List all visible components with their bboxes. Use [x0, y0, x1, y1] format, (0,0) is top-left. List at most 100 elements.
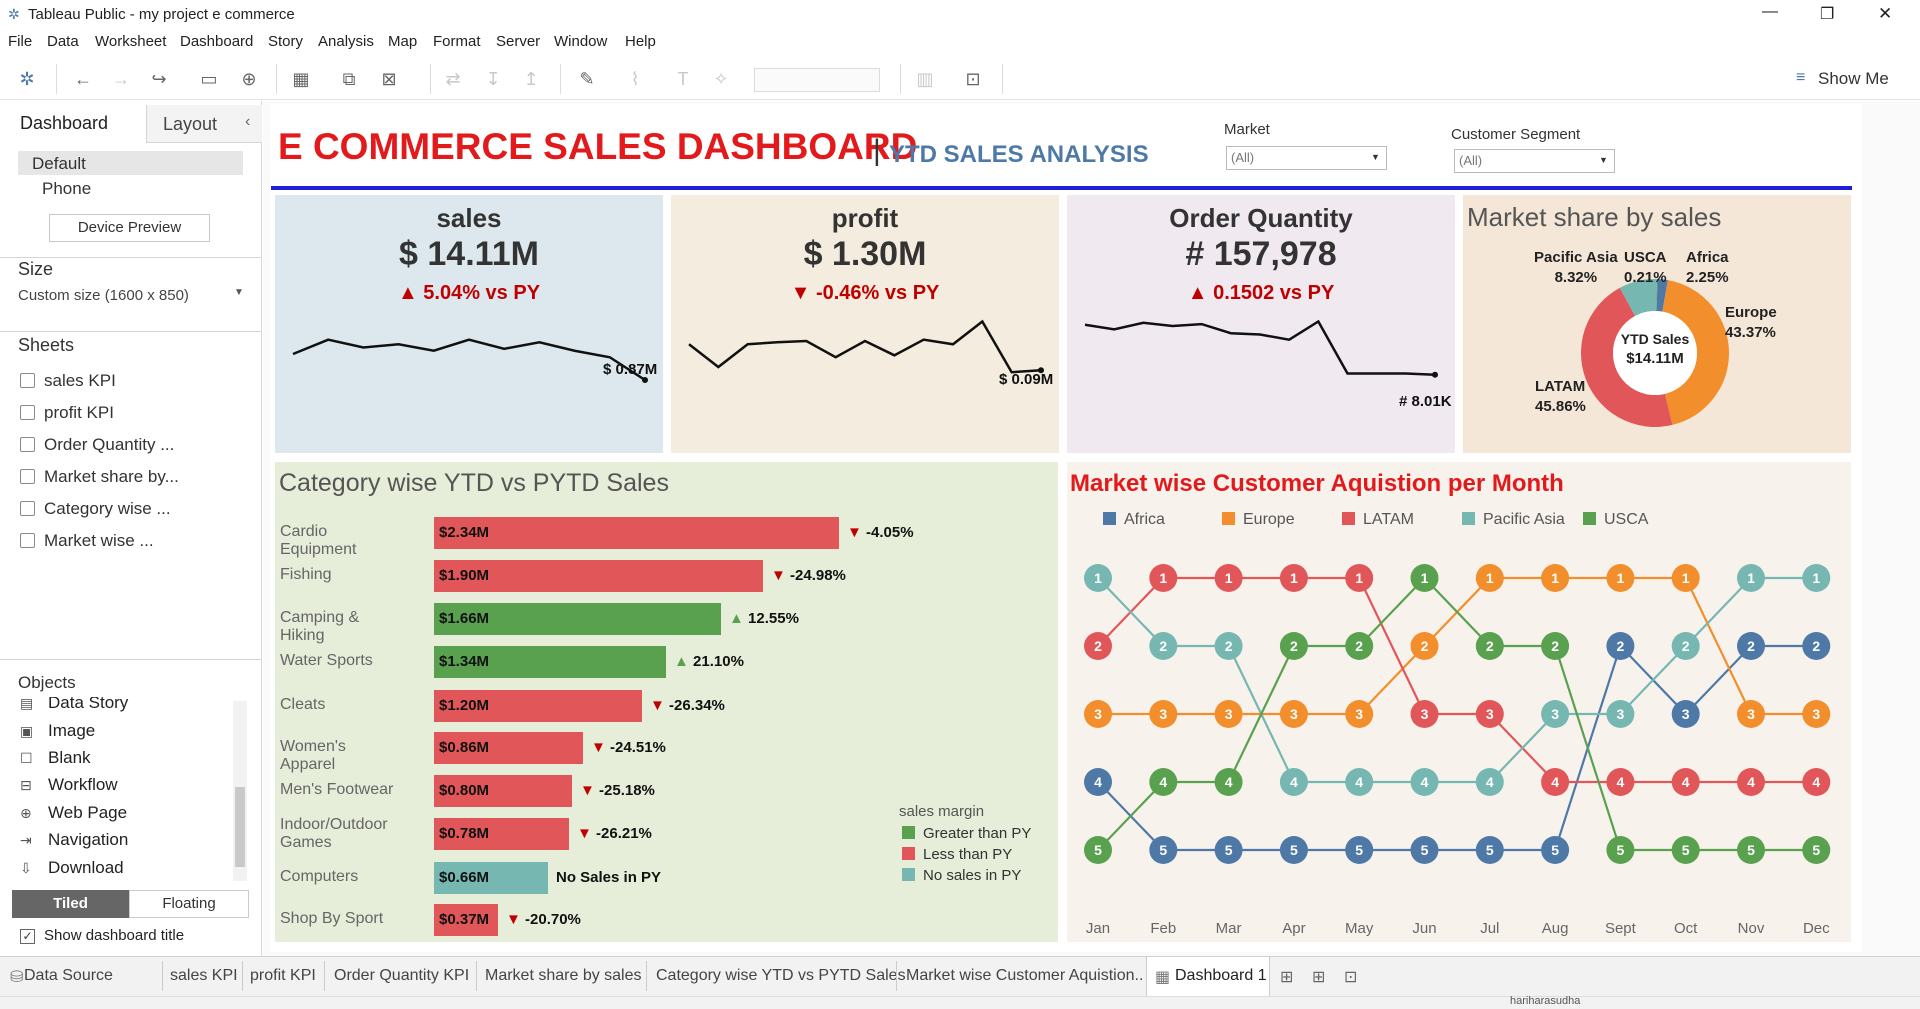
sort-ascending-icon[interactable]: ↧ [480, 68, 506, 90]
object-web-page[interactable]: ⊕ Web Page [20, 803, 127, 823]
category-bar[interactable]: $0.86M [434, 732, 583, 764]
segment-filter-dropdown[interactable]: (All) ▼ [1454, 149, 1615, 173]
menu-analysis[interactable]: Analysis [318, 33, 374, 50]
menu-format[interactable]: Format [433, 33, 481, 50]
presentation-icon[interactable]: ⊡ [960, 68, 986, 90]
rank-legend-item[interactable]: LATAM [1342, 511, 1414, 529]
menu-file[interactable]: File [8, 33, 32, 50]
tab-data-source[interactable]: Data Source [24, 967, 113, 985]
object-data-story[interactable]: ▤ Data Story [20, 697, 128, 713]
menu-help[interactable]: Help [625, 33, 656, 50]
market-filter-dropdown[interactable]: (All) ▼ [1226, 146, 1387, 170]
rank-legend-item[interactable]: Europe [1222, 511, 1295, 529]
replay-icon[interactable]: ↪ [146, 68, 172, 90]
chevron-down-icon: ▼ [1371, 152, 1380, 162]
category-bar[interactable]: $0.78M [434, 818, 569, 850]
tab-market-share[interactable]: Market share by sales [485, 967, 642, 985]
category-bar[interactable]: $0.37M [434, 904, 498, 936]
category-bar[interactable]: $0.66M [434, 862, 548, 894]
floating-button[interactable]: Floating [129, 890, 249, 918]
highlight-icon[interactable]: ✎ [574, 68, 600, 90]
rank-legend-item[interactable]: Africa [1103, 511, 1165, 529]
swap-icon[interactable]: ⇄ [440, 68, 466, 90]
new-worksheet-icon[interactable]: ▦ [288, 68, 314, 90]
clear-sheet-icon[interactable]: ⊠ [376, 68, 402, 90]
tab-dashboard[interactable]: Dashboard [0, 105, 146, 143]
device-default[interactable]: Default [18, 151, 243, 175]
show-cards-icon[interactable]: ▥ [912, 68, 938, 90]
category-bar[interactable]: $2.34M [434, 517, 839, 549]
rank-chart[interactable]: 4 5 5 5 5 5 5 5 2 3 2 2 3 3 3 3 3 2 1 1 1 1 3 3 2 1 1 1 1 3 3 4 4 4 4 4 1 2 2 4… [1067, 540, 1851, 880]
close-button[interactable]: ✕ [1878, 4, 1892, 24]
add-datasource-icon[interactable]: ⊕ [236, 68, 262, 90]
object-download[interactable]: ⇩ Download [20, 858, 124, 878]
kpi-delta: ▲ 0.1502 vs PY [1187, 282, 1335, 304]
sort-descending-icon[interactable]: ↥ [518, 68, 544, 90]
menu-server[interactable]: Server [496, 33, 540, 50]
minimize-button[interactable]: — [1762, 3, 1778, 21]
rank-point-label: 1 [1682, 570, 1690, 586]
category-bar[interactable]: $1.90M [434, 560, 763, 592]
device-preview-button[interactable]: Device Preview [49, 214, 210, 242]
show-me-button[interactable]: Show Me [1818, 69, 1889, 89]
tab-order-quantity-kpi[interactable]: Order Quantity KPI [334, 967, 469, 985]
sheet-item[interactable]: Market share by... [20, 467, 179, 487]
rank-legend-item[interactable]: Pacific Asia [1462, 511, 1565, 529]
tab-market-wise[interactable]: Market wise Customer Aquistion... [906, 967, 1142, 985]
profit-kpi-card[interactable]: profit $ 1.30M ▼ -0.46% vs PY $ 0.09M [671, 195, 1059, 453]
redo-icon[interactable]: → [108, 68, 134, 90]
object-blank[interactable]: ☐ Blank [20, 748, 91, 768]
restore-button[interactable]: ❐ [1820, 4, 1834, 24]
market-filter-value: (All) [1231, 150, 1255, 165]
pin-icon[interactable]: ✧ [708, 68, 734, 90]
month-label: Jan [1085, 920, 1111, 937]
legend-swatch [902, 847, 915, 860]
user-menu[interactable]: hariharasudha [1510, 995, 1580, 1007]
tableau-home-icon[interactable]: ✲ [14, 68, 40, 90]
rank-point-label: 3 [1486, 706, 1494, 722]
category-bar[interactable]: $1.20M [434, 690, 642, 722]
menu-window[interactable]: Window [554, 33, 607, 50]
new-worksheet-tab-icon[interactable]: ⊞ [1280, 967, 1293, 987]
menu-worksheet[interactable]: Worksheet [95, 33, 166, 50]
tab-layout[interactable]: Layout ‹ [146, 105, 262, 143]
tab-sales-kpi[interactable]: sales KPI [170, 967, 238, 985]
undo-icon[interactable]: ← [70, 68, 96, 90]
duplicate-sheet-icon[interactable]: ⧉ [336, 68, 362, 90]
objects-scrollbar[interactable] [233, 701, 247, 881]
object-image[interactable]: ▣ Image [20, 721, 95, 741]
order-quantity-kpi-card[interactable]: Order Quantity # 157,978 ▲ 0.1502 vs PY … [1067, 195, 1455, 453]
object-navigation[interactable]: ⇥ Navigation [20, 830, 128, 850]
new-story-tab-icon[interactable]: ⊡ [1344, 967, 1357, 987]
sheet-item[interactable]: Order Quantity ... [20, 435, 174, 455]
label-icon[interactable]: T [670, 68, 696, 90]
collapse-pane-icon[interactable]: ‹ [245, 113, 250, 131]
sales-kpi-card[interactable]: sales $ 14.11M ▲ 5.04% vs PY $ 0.87M [275, 195, 663, 453]
menu-data[interactable]: Data [47, 33, 79, 50]
category-bar[interactable]: $1.34M [434, 646, 666, 678]
sheet-item[interactable]: profit KPI [20, 403, 114, 423]
menu-dashboard[interactable]: Dashboard [180, 33, 253, 50]
object-workflow[interactable]: ⊟ Workflow [20, 775, 118, 795]
new-dashboard-tab-icon[interactable]: ⊞ [1312, 967, 1325, 987]
tab-profit-kpi[interactable]: profit KPI [250, 967, 316, 985]
rank-legend-item[interactable]: USCA [1583, 511, 1648, 529]
size-dropdown[interactable]: Custom size (1600 x 850) [18, 287, 189, 304]
fit-dropdown[interactable] [754, 68, 880, 92]
tiled-button[interactable]: Tiled [12, 890, 129, 918]
category-bar[interactable]: $0.80M [434, 775, 572, 807]
sheet-item[interactable]: Category wise ... [20, 499, 171, 519]
tab-dashboard-1[interactable]: ▦ Dashboard 1 [1146, 957, 1270, 997]
menu-story[interactable]: Story [268, 33, 303, 50]
size-header: Size [18, 259, 54, 279]
show-title-checkbox[interactable]: ✓ [20, 929, 35, 944]
menu-map[interactable]: Map [388, 33, 417, 50]
category-bar[interactable]: $1.66M [434, 603, 721, 635]
tab-category-wise[interactable]: Category wise YTD vs PYTD Sales [656, 967, 906, 985]
rank-point-label: 5 [1551, 842, 1559, 858]
sheet-item[interactable]: Market wise ... [20, 531, 154, 551]
sheet-item[interactable]: sales KPI [20, 371, 116, 391]
group-icon[interactable]: ⌇ [622, 68, 648, 90]
save-icon[interactable]: ▭ [196, 68, 222, 90]
device-phone[interactable]: Phone [42, 179, 91, 199]
